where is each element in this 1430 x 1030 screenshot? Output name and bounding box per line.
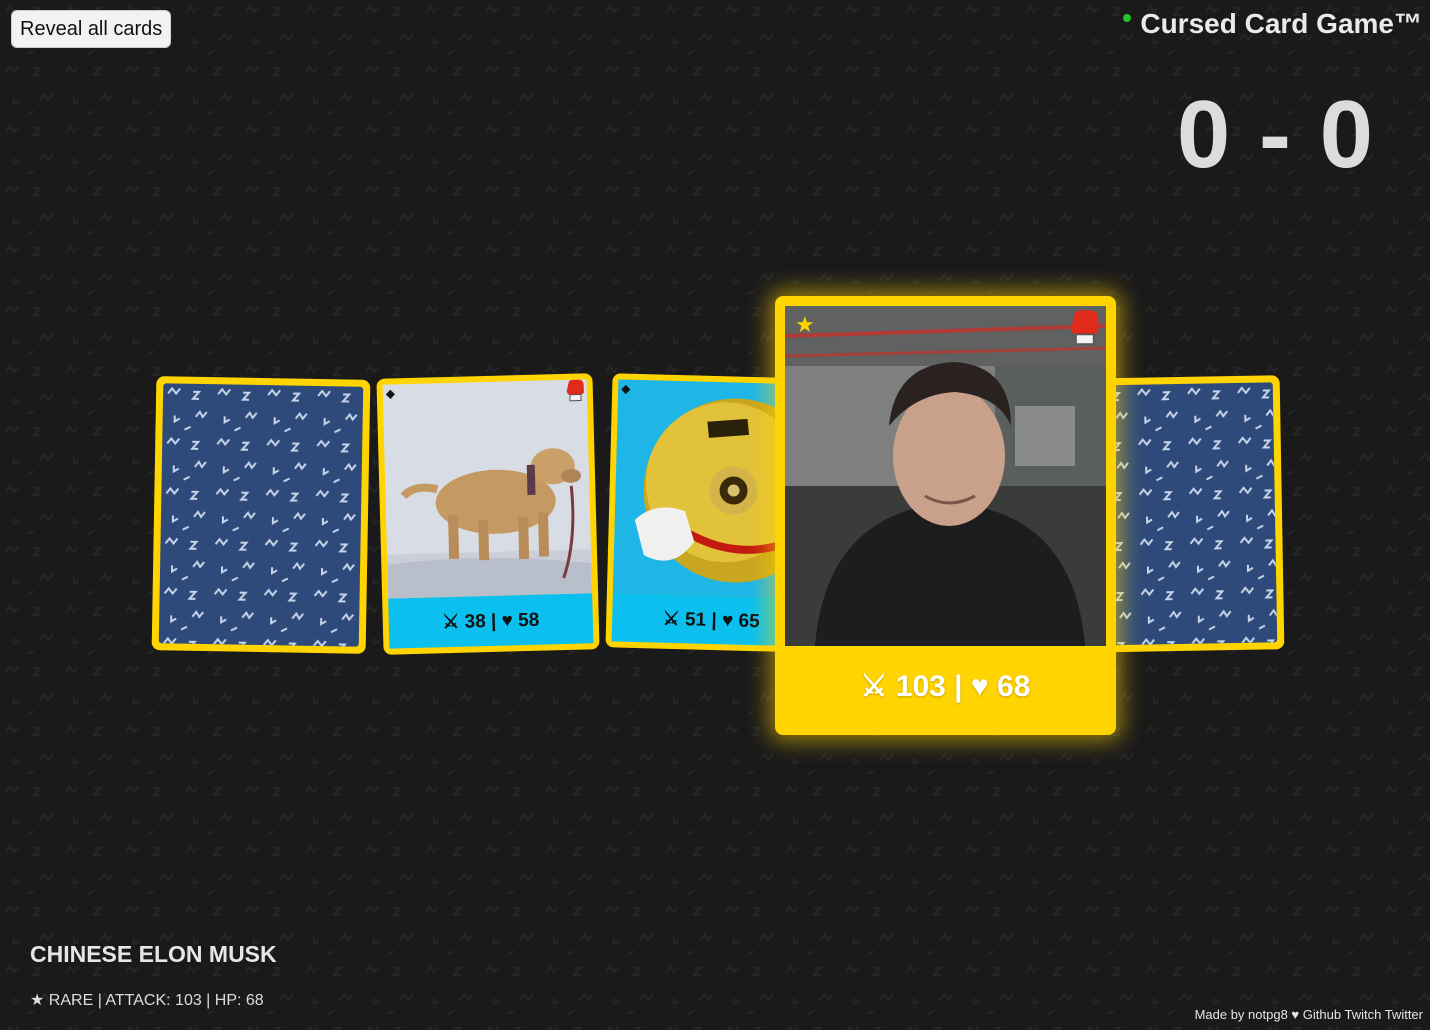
card-stats: ⚔ 103 | ♥ 68	[785, 647, 1106, 725]
card-back-pattern	[158, 383, 364, 647]
card-dog[interactable]: ◆ ⚔ 38 | ♥ 58	[376, 373, 600, 655]
footer: Made by notpg8 ♥ Github Twitch Twitter	[1195, 1007, 1423, 1022]
github-link[interactable]: Github	[1303, 1007, 1341, 1022]
reveal-all-cards-button[interactable]: Reveal all cards	[11, 10, 172, 48]
diamond-icon: ◆	[621, 381, 631, 396]
boxing-glove-icon	[565, 379, 586, 407]
card-meta: ★ RARE | ATTACK: 103 | HP: 68	[30, 992, 264, 1009]
card-face-down[interactable]	[151, 376, 371, 654]
twitter-link[interactable]: Twitter	[1385, 1007, 1423, 1022]
card-image-dog	[382, 379, 593, 599]
made-by-text: Made by notpg8 ♥	[1194, 1007, 1300, 1022]
card-selected[interactable]: ★ ⚔ 103 | ♥ 68	[775, 296, 1116, 735]
online-status-icon	[1123, 14, 1132, 22]
card-stats: ⚔ 38 | ♥ 58	[388, 593, 594, 649]
twitch-link[interactable]: Twitch	[1344, 1007, 1381, 1022]
game-title: Cursed Card Game™	[1140, 8, 1422, 39]
selected-card-info: CHINESE ELON MUSK ★ RARE | ATTACK: 103 |…	[30, 941, 277, 1010]
card-image-portrait	[785, 306, 1106, 646]
scoreboard: 0 - 0	[1176, 81, 1374, 188]
boxing-glove-icon	[1068, 310, 1100, 351]
game-title-area: Cursed Card Game™	[1123, 8, 1422, 40]
diamond-icon: ◆	[385, 386, 396, 401]
star-icon: ★	[795, 312, 815, 337]
card-name: CHINESE ELON MUSK	[30, 941, 277, 967]
